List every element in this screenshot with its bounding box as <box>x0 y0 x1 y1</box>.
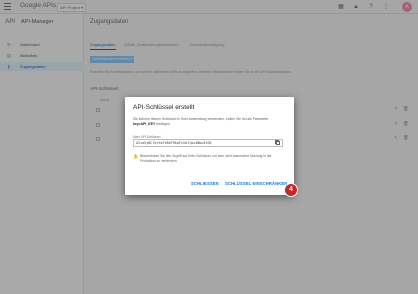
description-suffix: festlegen. <box>155 121 171 126</box>
copy-icon[interactable] <box>275 140 280 145</box>
dialog-description: Sie können diesen Schlüssel in Ihrer Anw… <box>133 117 283 126</box>
param-name: key=API_KEY <box>133 121 156 126</box>
api-key-field[interactable]: AIzaSyBC7qrXsFe8aTRkpFxVo1lpu4Nbw3tQE <box>133 139 283 147</box>
step-number-badge: 4 <box>285 184 297 196</box>
api-key-value[interactable]: AIzaSyBC7qrXsFe8aTRkpFxVo1lpu4Nbw3tQE <box>136 141 212 145</box>
restrict-key-button[interactable]: SCHLÜSSEL EINSCHRÄNKEN <box>225 181 287 186</box>
warning-text: Beschränken Sie den Zugriff auf Ihren Sc… <box>140 154 272 163</box>
close-button[interactable]: SCHLIESSEN <box>191 181 219 186</box>
dialog-title: API-Schlüssel erstellt <box>133 104 195 111</box>
warning-icon: ✋ <box>133 154 139 159</box>
description-text: Sie können diesen Schlüssel in Ihrer Anw… <box>133 117 269 121</box>
api-key-dialog: API-Schlüssel erstellt Sie können diesen… <box>125 97 294 195</box>
